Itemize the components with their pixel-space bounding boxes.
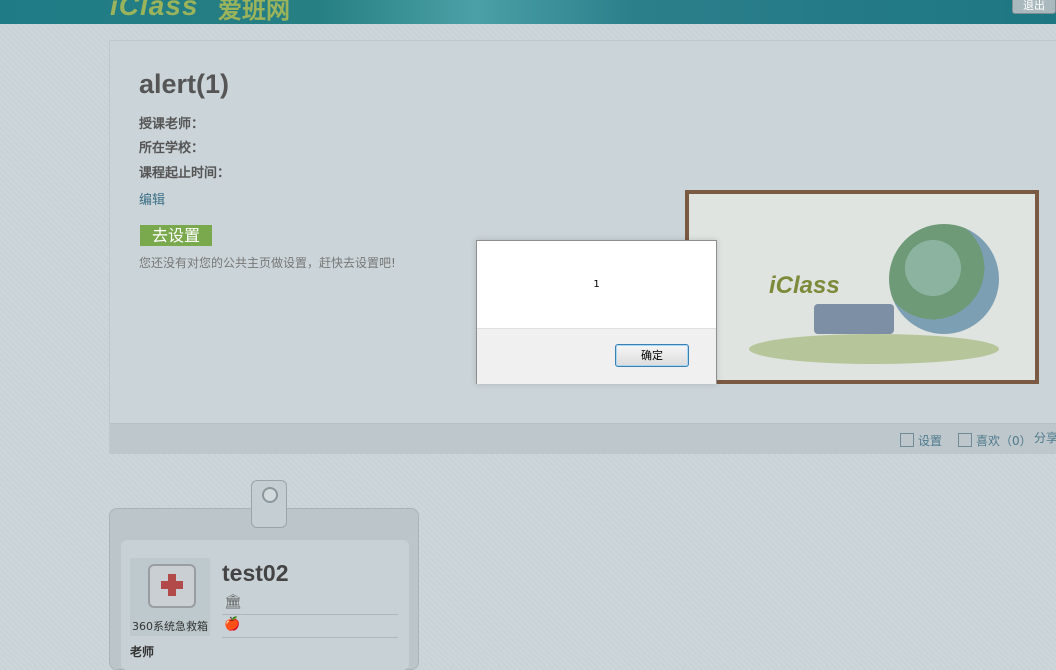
site-logo[interactable]: iClass [110,0,199,21]
role-label: 老师 [130,645,155,659]
banner-ground [749,334,999,364]
divider [222,614,398,615]
cross-horizontal [161,581,183,589]
edit-icon [900,433,914,447]
top-header: iClass 爱班网 退出 [0,0,1056,24]
edit-link[interactable]: 编辑 [139,189,165,208]
badge-clip-icon [251,480,287,528]
alert-dialog: 1 确定 [476,240,717,384]
course-banner-image: iClass [685,190,1039,384]
banner-logo: iClass [769,272,840,299]
share-link[interactable]: 分享 [1034,429,1056,446]
setting-hint: 您还没有对您的公共主页做设置，赶快去设置吧! [139,256,396,270]
first-aid-kit-icon [148,564,196,608]
globe-icon [889,224,999,334]
ok-button[interactable]: 确定 [615,344,689,367]
avatar[interactable]: 360系统急救箱 [130,558,210,636]
settings-link[interactable]: 设置 [900,432,942,449]
apple-icon: 🍎 [224,617,241,632]
books-icon [814,304,894,334]
school-icon: 🏛 [224,594,242,610]
avatar-caption: 360系统急救箱 [132,620,208,633]
alert-message: 1 [593,279,600,290]
thumbs-up-icon [958,433,972,447]
go-setting-button[interactable]: 去设置 [140,225,212,246]
course-card-footer: 设置 喜欢（0） 分享 [110,423,1056,454]
username[interactable]: test02 [222,560,288,587]
teacher-label: 授课老师： [139,117,205,132]
clip-hole [262,487,278,503]
divider [222,637,398,638]
alert-dialog-footer: 确定 [477,328,716,384]
settings-label: 设置 [918,434,943,448]
school-label: 所在学校： [139,141,205,156]
like-link[interactable]: 喜欢（0） [958,432,1032,449]
logout-button[interactable]: 退出 [1012,0,1056,14]
period-label: 课程起止时间： [139,166,231,181]
like-label: 喜欢（0） [976,434,1032,448]
course-title: alert(1) [139,69,230,99]
site-logo-cn[interactable]: 爱班网 [218,0,290,25]
